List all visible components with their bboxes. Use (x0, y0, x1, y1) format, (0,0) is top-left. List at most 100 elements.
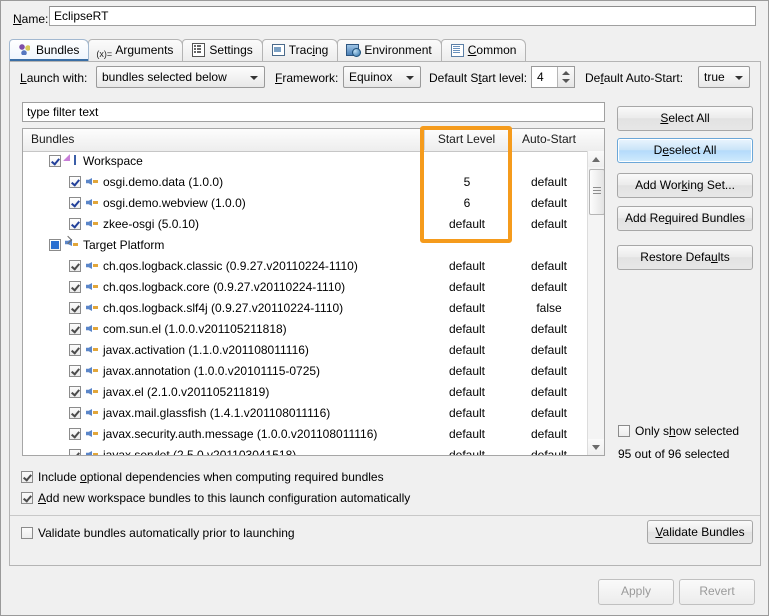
table-row[interactable]: javax.activation (1.1.0.v201108011116) de… (23, 340, 588, 361)
add-required-bundles-button[interactable]: Add Required Bundles (617, 206, 753, 231)
add-new-workspace-row[interactable]: Add new workspace bundles to this launch… (21, 491, 410, 505)
table-row[interactable]: ch.qos.logback.slf4j (0.9.27.v20110224-1… (23, 298, 588, 319)
row-checkbox[interactable] (69, 344, 81, 356)
bundle-name-label: javax.annotation (1.0.0.v20101115-0725) (103, 364, 321, 378)
add-working-set-button[interactable]: Add Working Set... (617, 173, 753, 198)
auto-start-cell[interactable]: default (509, 361, 588, 382)
start-level-cell[interactable]: default (425, 382, 509, 403)
bundles-tree-scrollbar[interactable] (587, 151, 604, 455)
auto-start-cell[interactable]: default (509, 445, 588, 455)
table-row[interactable]: osgi.demo.webview (1.0.0) 6 default (23, 193, 588, 214)
tab-arguments[interactable]: (x)= Arguments (88, 39, 184, 61)
table-row[interactable]: javax.mail.glassfish (1.4.1.v20110801111… (23, 403, 588, 424)
table-row[interactable]: com.sun.el (1.0.0.v201105211818) default d… (23, 319, 588, 340)
name-input[interactable] (49, 6, 756, 26)
auto-start-cell[interactable]: default (509, 172, 588, 193)
row-checkbox[interactable] (69, 323, 81, 335)
tab-common[interactable]: Common (440, 39, 527, 61)
table-row[interactable]: osgi.demo.data (1.0.0) 5 default (23, 172, 588, 193)
deselect-all-button[interactable]: Deselect All (617, 138, 753, 163)
start-level-cell[interactable]: default (425, 361, 509, 382)
only-show-selected-row[interactable]: Only show selected (618, 424, 739, 438)
table-row[interactable]: javax.annotation (1.0.0.v20101115-0725) d… (23, 361, 588, 382)
row-checkbox[interactable] (69, 176, 81, 188)
filter-input[interactable] (22, 102, 605, 122)
tab-tracing[interactable]: Tracing (261, 39, 339, 61)
restore-defaults-button[interactable]: Restore Defaults (617, 245, 753, 270)
auto-start-cell[interactable]: default (509, 403, 588, 424)
tab-bundles[interactable]: Bundles (9, 39, 90, 61)
start-level-cell[interactable]: default (425, 277, 509, 298)
spinner-buttons[interactable] (557, 67, 574, 87)
table-row[interactable]: Workspace (23, 151, 588, 172)
row-checkbox[interactable] (69, 386, 81, 398)
auto-start-cell[interactable]: default (509, 340, 588, 361)
auto-start-cell[interactable]: default (509, 193, 588, 214)
auto-start-cell[interactable]: default (509, 256, 588, 277)
bundle-name-label: zkee-osgi (5.0.10) (103, 217, 200, 231)
default-start-level-spinner[interactable]: 4 (531, 66, 575, 88)
apply-button[interactable]: Apply (598, 579, 674, 605)
include-optional-checkbox[interactable] (21, 471, 33, 483)
scroll-up-button[interactable] (588, 151, 604, 167)
row-checkbox[interactable] (69, 407, 81, 419)
row-checkbox[interactable] (69, 428, 81, 440)
revert-button[interactable]: Revert (679, 579, 755, 605)
table-row[interactable]: javax.el (2.1.0.v201105211819) default def… (23, 382, 588, 403)
auto-start-cell[interactable]: default (509, 214, 588, 235)
column-header-bundles[interactable]: Bundles (23, 129, 425, 150)
row-checkbox[interactable] (69, 281, 81, 293)
tab-settings[interactable]: Settings (182, 39, 263, 61)
table-row[interactable]: Target Platform (23, 235, 588, 256)
row-checkbox[interactable] (49, 239, 61, 251)
table-row[interactable]: zkee-osgi (5.0.10) default default (23, 214, 588, 235)
add-new-workspace-label: Add new workspace bundles to this launch… (38, 491, 411, 505)
table-row[interactable]: javax.servlet (2.5.0.v201103041518) defau… (23, 445, 588, 455)
table-row[interactable]: ch.qos.logback.classic (0.9.27.v20110224… (23, 256, 588, 277)
start-level-cell[interactable]: default (425, 445, 509, 455)
row-checkbox[interactable] (69, 302, 81, 314)
row-checkbox[interactable] (69, 197, 81, 209)
auto-start-cell[interactable]: default (509, 319, 588, 340)
spinner-up-icon[interactable] (562, 71, 570, 75)
start-level-cell[interactable]: 6 (425, 193, 509, 214)
start-level-cell[interactable]: default (425, 403, 509, 424)
spinner-down-icon[interactable] (562, 79, 570, 83)
framework-combo[interactable]: Equinox (343, 66, 421, 88)
row-checkbox[interactable] (69, 218, 81, 230)
start-level-cell[interactable]: 5 (425, 172, 509, 193)
start-level-cell[interactable]: default (425, 256, 509, 277)
row-checkbox[interactable] (69, 260, 81, 272)
validate-automatically-checkbox[interactable] (21, 527, 33, 539)
auto-start-cell[interactable]: default (509, 382, 588, 403)
scrollbar-thumb[interactable] (589, 169, 604, 215)
default-auto-start-combo[interactable]: true (698, 66, 750, 88)
bundles-tree[interactable]: Bundles Start Level Auto-Start Workspace… (22, 128, 605, 456)
bundles-tree-header: Bundles Start Level Auto-Start (23, 129, 604, 152)
start-level-cell[interactable]: default (425, 298, 509, 319)
auto-start-cell[interactable]: default (509, 277, 588, 298)
arguments-icon: (x)= (96, 49, 113, 59)
add-new-workspace-checkbox[interactable] (21, 492, 33, 504)
select-all-button[interactable]: Select All (617, 106, 753, 131)
row-checkbox[interactable] (49, 155, 61, 167)
start-level-cell[interactable]: default (425, 319, 509, 340)
start-level-cell[interactable]: default (425, 340, 509, 361)
start-level-cell[interactable]: default (425, 214, 509, 235)
auto-start-cell[interactable]: default (509, 424, 588, 445)
scroll-down-button[interactable] (588, 439, 604, 455)
column-header-start-level[interactable]: Start Level (425, 129, 509, 150)
start-level-cell[interactable]: default (425, 424, 509, 445)
auto-start-cell[interactable]: false (509, 298, 588, 319)
row-checkbox[interactable] (69, 449, 81, 455)
column-header-auto-start[interactable]: Auto-Start (509, 129, 589, 150)
table-row[interactable]: ch.qos.logback.core (0.9.27.v20110224-11… (23, 277, 588, 298)
validate-bundles-button[interactable]: Validate Bundles (647, 520, 753, 544)
include-optional-row[interactable]: Include optional dependencies when compu… (21, 470, 384, 484)
only-show-selected-checkbox[interactable] (618, 425, 630, 437)
row-checkbox[interactable] (69, 365, 81, 377)
launch-with-combo[interactable]: bundles selected below (96, 66, 265, 88)
validate-automatically-row[interactable]: Validate bundles automatically prior to … (21, 526, 295, 540)
tab-environment[interactable]: Environment (337, 39, 442, 61)
table-row[interactable]: javax.security.auth.message (1.0.0.v2011… (23, 424, 588, 445)
